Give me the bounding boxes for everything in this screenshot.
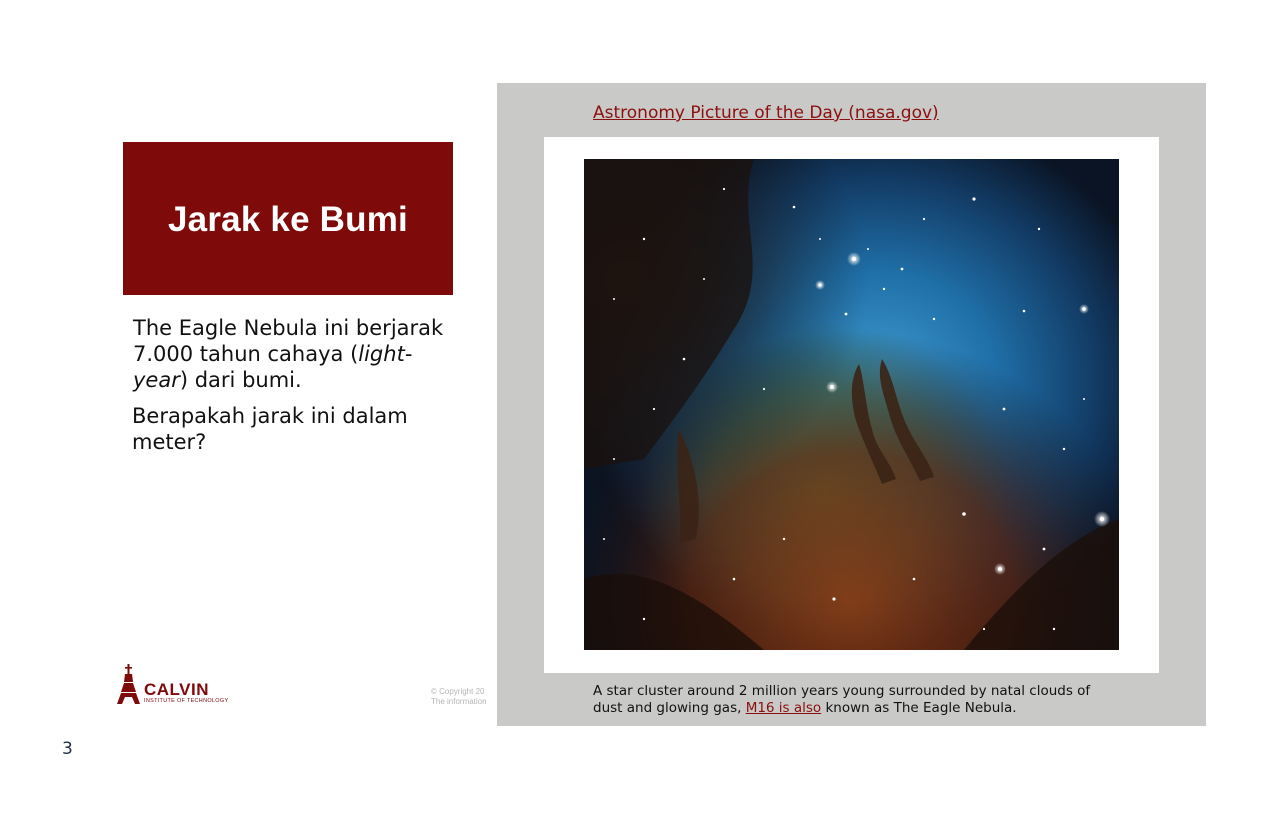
nebula-illustration [584,159,1119,650]
tower-icon [117,664,140,704]
slide-title: Jarak ke Bumi [168,199,408,239]
photo-caption: A star cluster around 2 million years yo… [593,683,1113,717]
logo-wordmark: CALVIN [144,680,210,699]
photo-frame [544,137,1159,673]
copyright-line-1: © Copyright 20 [431,687,485,696]
slide-body: The Eagle Nebula ini berjarak 7.000 tahu… [132,315,453,455]
logo-subtitle: INSTITUTE OF TECHNOLOGY [144,698,229,704]
page-number: 3 [62,739,73,759]
copyright-notice: © Copyright 20 The information [431,687,497,707]
body-dash: - [404,342,413,366]
body-em-year: year [133,368,180,392]
caption-link[interactable]: M16 is also [746,700,822,716]
copyright-line-2: The information [431,697,487,706]
body-text-2: ) dari bumi. [179,368,302,392]
caption-text-2: known as The Eagle Nebula. [821,700,1017,716]
body-paragraph-distance: The Eagle Nebula ini berjarak 7.000 tahu… [133,315,453,393]
title-box: Jarak ke Bumi [123,142,453,295]
body-paragraph-question: Berapakah jarak ini dalam meter? [132,404,408,454]
calvin-logo: CALVIN INSTITUTE OF TECHNOLOGY [116,662,256,706]
body-em-light: light [358,342,405,366]
apod-link[interactable]: Astronomy Picture of the Day (nasa.gov) [593,103,939,123]
eagle-nebula-image[interactable] [584,159,1119,650]
apod-panel: Astronomy Picture of the Day (nasa.gov) [497,83,1206,726]
